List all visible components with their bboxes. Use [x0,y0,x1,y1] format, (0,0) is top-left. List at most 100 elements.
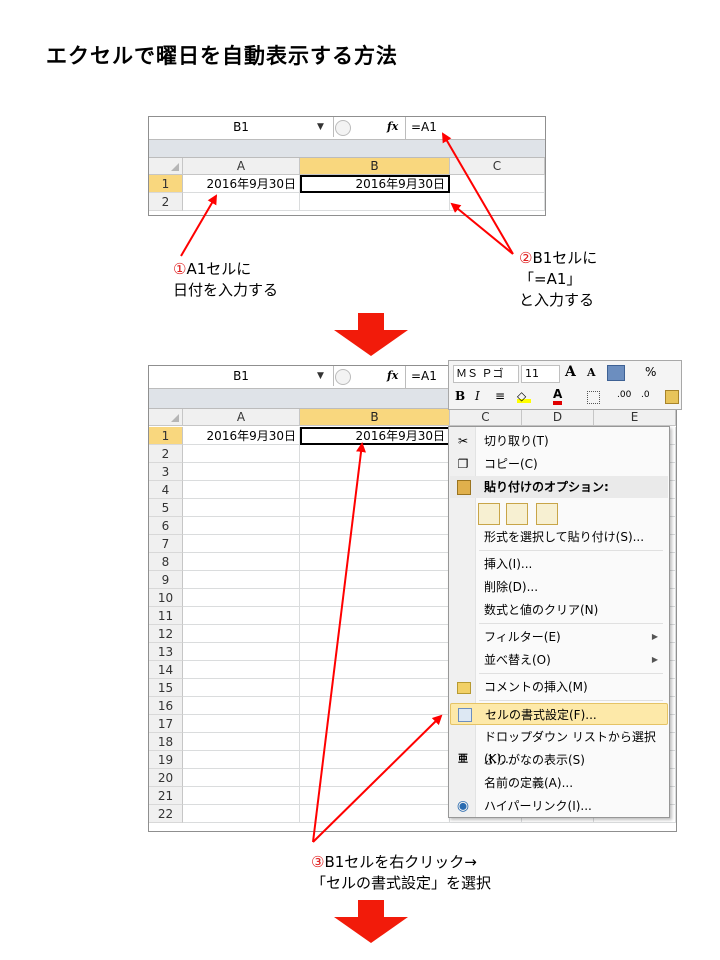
cell-a6[interactable] [183,517,300,535]
cell-a12[interactable] [183,625,300,643]
row-header-19[interactable]: 19 [149,751,183,769]
menu-item-define-name[interactable]: 名前の定義(A)... [450,772,668,794]
name-box[interactable]: B1 [149,366,334,386]
cell-b18[interactable] [300,733,450,751]
font-color-button[interactable]: A [553,387,563,405]
cell-a18[interactable] [183,733,300,751]
menu-item-paste-special[interactable]: 形式を選択して貼り付け(S)... [450,526,668,548]
column-header-b[interactable]: B [300,158,450,175]
cell-b11[interactable] [300,607,450,625]
row-header-2[interactable]: 2 [149,193,183,211]
row-header-13[interactable]: 13 [149,643,183,661]
formula-input[interactable]: =A1 [411,366,437,386]
column-header-a[interactable]: A [183,409,300,426]
column-header-c[interactable]: C [450,409,522,426]
row-header-1[interactable]: 1 [149,175,183,193]
row-header-4[interactable]: 4 [149,481,183,499]
row-header-18[interactable]: 18 [149,733,183,751]
menu-item-insert[interactable]: 挿入(I)... [450,553,668,575]
row-header-7[interactable]: 7 [149,535,183,553]
row-header-20[interactable]: 20 [149,769,183,787]
column-header-b[interactable]: B [300,409,450,426]
cell-a3[interactable] [183,463,300,481]
cell-a2[interactable] [183,193,300,211]
cell-a11[interactable] [183,607,300,625]
cell-a1[interactable]: 2016年9月30日 [183,175,300,193]
cell-a20[interactable] [183,769,300,787]
row-header-1[interactable]: 1 [149,427,183,445]
cell-a10[interactable] [183,589,300,607]
align-center-icon[interactable]: ≡ [495,389,505,403]
cell-b9[interactable] [300,571,450,589]
menu-item-copy[interactable]: ❐ コピー(C) [450,453,668,475]
cell-a22[interactable] [183,805,300,823]
row-header-21[interactable]: 21 [149,787,183,805]
column-header-d[interactable]: D [522,409,594,426]
column-header-e[interactable]: E [594,409,676,426]
cell-a19[interactable] [183,751,300,769]
row-header-11[interactable]: 11 [149,607,183,625]
format-painter-icon[interactable] [607,365,625,381]
menu-item-sort[interactable]: 並べ替え(O) ▶ [450,649,668,671]
row-header-5[interactable]: 5 [149,499,183,517]
row-header-14[interactable]: 14 [149,661,183,679]
menu-item-hyperlink[interactable]: ◉ ハイパーリンク(I)... [450,795,668,817]
cell-b1[interactable]: 2016年9月30日 [300,427,450,445]
cell-b2[interactable] [300,193,450,211]
fill-color-icon[interactable]: ◇ [517,389,531,403]
column-header-c[interactable]: C [450,158,545,175]
cell-a7[interactable] [183,535,300,553]
formula-bar-handle[interactable] [335,120,351,136]
menu-item-show-furigana[interactable]: 亜ふりがなの表示(S) [450,749,668,771]
cell-b7[interactable] [300,535,450,553]
cell-a2[interactable] [183,445,300,463]
italic-button[interactable]: I [475,389,480,403]
cell-b1[interactable]: 2016年9月30日 [300,175,450,193]
paste-picture-button[interactable] [536,503,558,525]
paste-formulas-button[interactable] [506,503,528,525]
cell-a5[interactable] [183,499,300,517]
formula-input[interactable]: =A1 [411,117,437,137]
cell-a21[interactable] [183,787,300,805]
font-size-dropdown[interactable]: 11 [521,365,560,383]
row-header-2[interactable]: 2 [149,445,183,463]
menu-item-filter[interactable]: フィルター(E) ▶ [450,626,668,648]
row-header-12[interactable]: 12 [149,625,183,643]
cell-a14[interactable] [183,661,300,679]
cell-a15[interactable] [183,679,300,697]
grow-font-icon[interactable]: A [565,364,576,380]
paint-icon[interactable] [665,390,679,404]
insert-function-icon[interactable]: fx [387,366,398,386]
cell-b8[interactable] [300,553,450,571]
borders-icon[interactable] [587,391,600,404]
menu-item-cut[interactable]: ✂ 切り取り(T) [450,430,668,452]
cell-b4[interactable] [300,481,450,499]
row-header-17[interactable]: 17 [149,715,183,733]
cell-a9[interactable] [183,571,300,589]
row-header-9[interactable]: 9 [149,571,183,589]
formula-bar-handle[interactable] [335,369,351,385]
row-header-8[interactable]: 8 [149,553,183,571]
row-header-22[interactable]: 22 [149,805,183,823]
cell-b14[interactable] [300,661,450,679]
cell-b5[interactable] [300,499,450,517]
cell-b2[interactable] [300,445,450,463]
cell-b15[interactable] [300,679,450,697]
row-header-15[interactable]: 15 [149,679,183,697]
cell-a16[interactable] [183,697,300,715]
row-header-6[interactable]: 6 [149,517,183,535]
column-header-a[interactable]: A [183,158,300,175]
chevron-down-icon[interactable]: ▼ [317,117,324,137]
name-box[interactable]: B1 [149,117,334,137]
percent-icon[interactable]: % [645,365,656,379]
cell-b22[interactable] [300,805,450,823]
shrink-font-icon[interactable]: A [587,366,596,379]
font-name-dropdown[interactable]: ＭＳ Ｐゴ [453,365,519,383]
increase-decimal-icon[interactable]: .00 [617,390,631,400]
row-header-3[interactable]: 3 [149,463,183,481]
cell-c2[interactable] [450,193,545,211]
cell-b20[interactable] [300,769,450,787]
bold-button[interactable]: B [455,389,465,403]
cell-b10[interactable] [300,589,450,607]
menu-item-clear-contents[interactable]: 数式と値のクリア(N) [450,599,668,621]
